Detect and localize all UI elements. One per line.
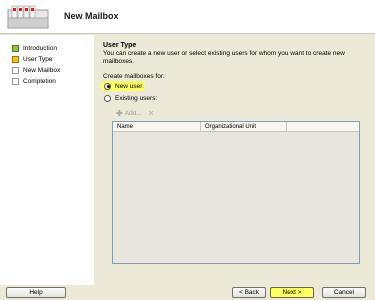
plus-icon: ✚ [116, 109, 123, 118]
step-pending-icon [12, 77, 19, 85]
nav-item-label: Completion [23, 77, 56, 85]
back-button[interactable]: < Back [232, 287, 266, 298]
existing-users-radio[interactable]: Existing users: [101, 93, 160, 103]
section-title: User Type [103, 42, 137, 49]
wizard-title: New Mailbox [64, 11, 119, 21]
mailbox-icon [7, 5, 49, 29]
wizard-content: User Type You can create a new user or s… [94, 35, 375, 285]
nav-item-user-type[interactable]: User Type [12, 54, 53, 64]
remove-icon[interactable]: ✕ [148, 109, 155, 118]
new-user-radio[interactable]: New user [101, 81, 146, 91]
nav-item-completion[interactable]: Completion [12, 76, 56, 86]
help-button[interactable]: Help [6, 287, 66, 298]
existing-users-label: Existing users: [115, 94, 158, 102]
nav-item-label: Introduction [23, 44, 57, 52]
add-button[interactable]: Add... [125, 110, 142, 117]
wizard-header: New Mailbox [0, 0, 375, 34]
create-mailboxes-label: Create mailboxes for: [103, 73, 165, 80]
step-done-icon [12, 44, 19, 52]
cancel-button[interactable]: Cancel [322, 287, 366, 298]
nav-item-label: User Type [23, 55, 53, 63]
grid-header: Name Organizational Unit [113, 122, 359, 132]
step-pending-icon [12, 66, 19, 74]
radio-unchecked-icon [104, 94, 111, 102]
users-grid[interactable]: Name Organizational Unit [112, 121, 360, 264]
nav-item-new-mailbox[interactable]: New Mailbox [12, 65, 60, 75]
nav-item-introduction[interactable]: Introduction [12, 43, 57, 53]
wizard-steps-nav: Introduction User Type New Mailbox Compl… [0, 35, 94, 285]
step-current-icon [12, 55, 19, 63]
wizard-footer: Help < Back Next > Cancel [0, 285, 375, 300]
column-header-name[interactable]: Name [113, 122, 201, 132]
grid-toolbar: ✚ Add... ✕ [116, 109, 154, 118]
nav-item-label: New Mailbox [23, 66, 61, 74]
new-user-label: New user [115, 82, 143, 90]
column-header-ou[interactable]: Organizational Unit [201, 122, 287, 132]
next-button[interactable]: Next > [270, 287, 314, 298]
radio-checked-icon [104, 82, 111, 90]
section-description: You can create a new user or select exis… [103, 50, 345, 65]
